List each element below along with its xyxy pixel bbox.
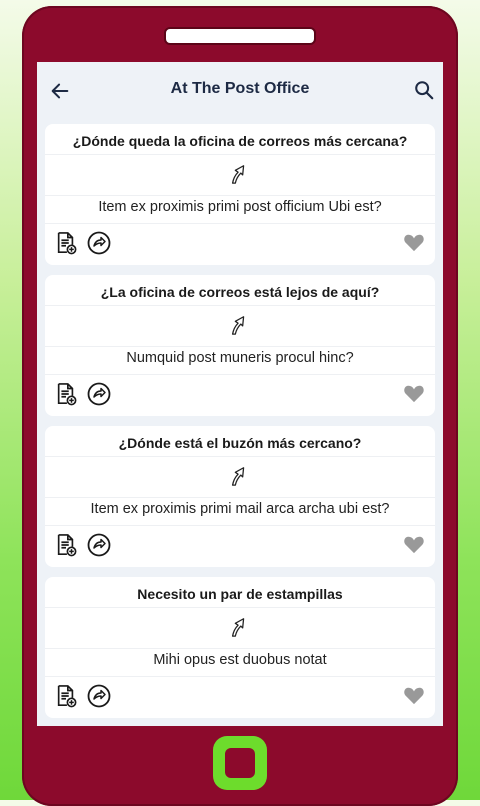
phrase-question: ¿La oficina de correos está lejos de aqu… bbox=[100, 284, 380, 300]
share-icon[interactable] bbox=[87, 382, 111, 406]
phrase-answer: Item ex proximis primi mail arca archa u… bbox=[90, 501, 390, 517]
phrase-question: ¿Dónde está el buzón más cercano? bbox=[118, 435, 362, 451]
phrase-answer: Mihi opus est duobus notat bbox=[153, 652, 327, 668]
share-icon[interactable] bbox=[87, 533, 111, 557]
phrase-question: ¿Dónde queda la oficina de correos más c… bbox=[72, 133, 408, 149]
home-button[interactable] bbox=[213, 736, 267, 790]
phrase-card: ¿La oficina de correos está lejos de aqu… bbox=[45, 275, 435, 416]
add-document-icon[interactable] bbox=[55, 684, 77, 708]
share-icon[interactable] bbox=[87, 684, 111, 708]
phrase-card: ¿Dónde queda la oficina de correos más c… bbox=[45, 124, 435, 265]
phrase-question: Necesito un par de estampillas bbox=[137, 586, 343, 602]
app-screen: At The Post Office ¿Dónde queda la ofici… bbox=[37, 62, 443, 726]
curved-arrow-icon bbox=[231, 618, 245, 637]
search-icon[interactable] bbox=[413, 79, 435, 101]
phrase-answer: Item ex proximis primi post officium Ubi… bbox=[98, 199, 382, 215]
page-title: At The Post Office bbox=[170, 80, 310, 97]
heart-icon[interactable] bbox=[403, 232, 425, 252]
phrase-list: ¿Dónde queda la oficina de correos más c… bbox=[45, 124, 435, 726]
curved-arrow-icon bbox=[231, 165, 245, 184]
share-icon[interactable] bbox=[87, 231, 111, 255]
phrase-answer: Numquid post muneris procul hinc? bbox=[126, 350, 354, 366]
phone-frame: At The Post Office ¿Dónde queda la ofici… bbox=[22, 6, 458, 806]
phone-speaker bbox=[164, 27, 316, 45]
curved-arrow-icon bbox=[231, 316, 245, 335]
heart-icon[interactable] bbox=[403, 534, 425, 554]
heart-icon[interactable] bbox=[403, 383, 425, 403]
heart-icon[interactable] bbox=[403, 685, 425, 705]
curved-arrow-icon bbox=[231, 467, 245, 486]
app-bar: At The Post Office bbox=[37, 62, 443, 120]
phrase-card: ¿Dónde está el buzón más cercano? Item e… bbox=[45, 426, 435, 567]
add-document-icon[interactable] bbox=[55, 382, 77, 406]
add-document-icon[interactable] bbox=[55, 231, 77, 255]
add-document-icon[interactable] bbox=[55, 533, 77, 557]
phrase-card: Necesito un par de estampillas Mihi opus… bbox=[45, 577, 435, 718]
